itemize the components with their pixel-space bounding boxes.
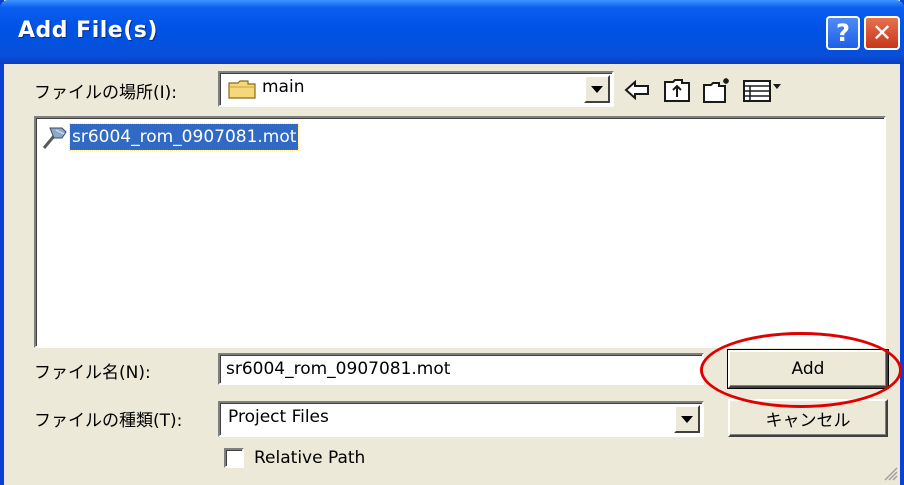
resize-grip-icon[interactable] [884, 467, 898, 481]
cancel-button[interactable]: キャンセル [728, 399, 888, 437]
help-icon: ? [836, 19, 850, 47]
file-type-dropdown[interactable]: Project Files [218, 401, 704, 437]
chevron-down-icon[interactable] [584, 75, 610, 103]
new-folder-icon[interactable] [702, 76, 732, 104]
chevron-down-icon[interactable] [674, 405, 700, 433]
relative-path-checkbox[interactable] [224, 448, 244, 468]
close-button[interactable]: ✕ [864, 16, 900, 50]
list-item-label: sr6004_rom_0907081.mot [68, 123, 300, 151]
file-type-label: ファイルの種類(T): [34, 411, 183, 431]
help-button[interactable]: ? [826, 16, 860, 50]
add-button-label: Add [791, 359, 825, 379]
close-icon: ✕ [871, 19, 893, 47]
back-arrow-icon[interactable] [622, 76, 652, 104]
window-title: Add File(s) [18, 18, 158, 43]
up-folder-icon[interactable] [662, 76, 692, 104]
look-in-value: main [262, 77, 305, 97]
file-name-label: ファイル名(N): [34, 363, 151, 383]
look-in-dropdown[interactable]: main [218, 71, 614, 107]
add-button[interactable]: Add [727, 349, 889, 389]
file-type-value: Project Files [228, 407, 329, 427]
title-bar[interactable]: Add File(s) ? ✕ [0, 0, 904, 64]
file-name-input[interactable]: sr6004_rom_0907081.mot [218, 353, 704, 385]
file-icon [42, 127, 67, 149]
folder-icon [228, 80, 256, 99]
cancel-button-label: キャンセル [765, 410, 851, 431]
look-in-label: ファイルの場所(I): [34, 83, 178, 103]
file-list[interactable]: sr6004_rom_0907081.mot [34, 116, 886, 348]
view-menu-icon[interactable] [742, 76, 784, 104]
relative-path-label: Relative Path [254, 448, 366, 468]
